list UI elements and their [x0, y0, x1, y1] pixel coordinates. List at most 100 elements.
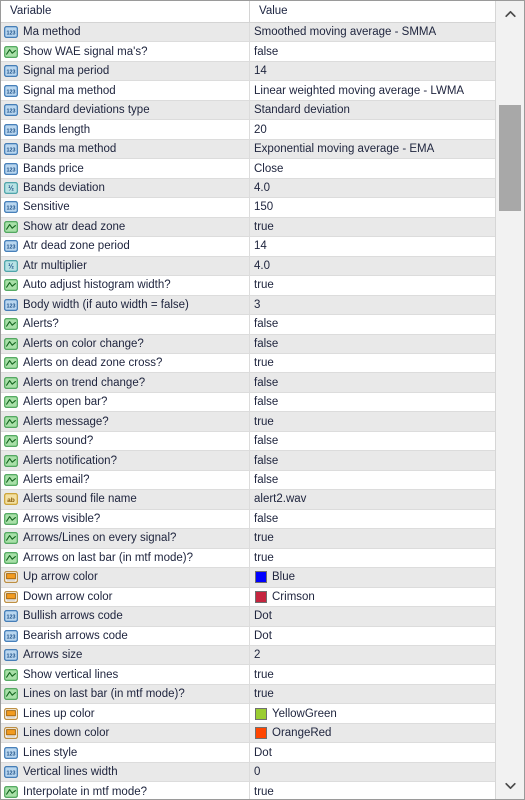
property-row[interactable]: 123Bearish arrows codeDot [1, 627, 495, 646]
property-name-cell[interactable]: ½Atr multiplier [1, 257, 250, 275]
property-row[interactable]: Auto adjust histogram width?true [1, 276, 495, 295]
property-row[interactable]: 123Atr dead zone period14 [1, 237, 495, 256]
property-value-cell[interactable]: 150 [250, 198, 495, 216]
property-row[interactable]: 123Lines styleDot [1, 743, 495, 762]
property-row[interactable]: 123Signal ma period14 [1, 62, 495, 81]
property-row[interactable]: ½Bands deviation4.0 [1, 179, 495, 198]
property-value-cell[interactable]: true [250, 218, 495, 236]
property-row[interactable]: Lines on last bar (in mtf mode)?true [1, 685, 495, 704]
property-name-cell[interactable]: 123Signal ma method [1, 81, 250, 99]
scroll-up-button[interactable] [496, 1, 524, 27]
property-name-cell[interactable]: Alerts notification? [1, 451, 250, 469]
scroll-down-button[interactable] [496, 773, 524, 799]
property-value-cell[interactable]: false [250, 335, 495, 353]
column-header-value[interactable]: Value [250, 1, 495, 22]
property-row[interactable]: Alerts notification?false [1, 451, 495, 470]
property-row[interactable]: ½Atr multiplier4.0 [1, 257, 495, 276]
property-name-cell[interactable]: 123Bearish arrows code [1, 627, 250, 645]
property-row[interactable]: Down arrow colorCrimson [1, 588, 495, 607]
property-row[interactable]: Arrows on last bar (in mtf mode)?true [1, 549, 495, 568]
property-value-cell[interactable]: Crimson [250, 588, 495, 606]
property-name-cell[interactable]: Lines down color [1, 724, 250, 742]
property-name-cell[interactable]: Alerts on dead zone cross? [1, 354, 250, 372]
property-name-cell[interactable]: Up arrow color [1, 568, 250, 586]
property-value-cell[interactable]: true [250, 276, 495, 294]
property-row[interactable]: Interpolate in mtf mode?true [1, 782, 495, 800]
property-name-cell[interactable]: Show WAE signal ma's? [1, 42, 250, 60]
property-value-cell[interactable]: false [250, 432, 495, 450]
property-value-cell[interactable]: 4.0 [250, 179, 495, 197]
scrollbar-thumb[interactable] [499, 105, 521, 211]
property-value-cell[interactable]: true [250, 549, 495, 567]
property-value-cell[interactable]: false [250, 393, 495, 411]
property-value-cell[interactable]: Dot [250, 607, 495, 625]
property-row[interactable]: abAlerts sound file namealert2.wav [1, 490, 495, 509]
property-value-cell[interactable]: false [250, 373, 495, 391]
property-value-cell[interactable]: true [250, 665, 495, 683]
property-value-cell[interactable]: false [250, 510, 495, 528]
property-value-cell[interactable]: 0 [250, 763, 495, 781]
property-name-cell[interactable]: 123Vertical lines width [1, 763, 250, 781]
property-name-cell[interactable]: 123Atr dead zone period [1, 237, 250, 255]
property-value-cell[interactable]: YellowGreen [250, 704, 495, 722]
property-value-cell[interactable]: OrangeRed [250, 724, 495, 742]
property-name-cell[interactable]: Arrows/Lines on every signal? [1, 529, 250, 547]
property-row[interactable]: Alerts email?false [1, 471, 495, 490]
property-row[interactable]: 123Arrows size2 [1, 646, 495, 665]
property-name-cell[interactable]: Alerts message? [1, 412, 250, 430]
property-name-cell[interactable]: Auto adjust histogram width? [1, 276, 250, 294]
property-value-cell[interactable]: false [250, 42, 495, 60]
property-row[interactable]: 123Bands ma methodExponential moving ave… [1, 140, 495, 159]
property-name-cell[interactable]: Lines up color [1, 704, 250, 722]
property-row[interactable]: 123Bands length20 [1, 120, 495, 139]
property-row[interactable]: Show vertical linestrue [1, 665, 495, 684]
property-row[interactable]: 123Bands priceClose [1, 159, 495, 178]
property-row[interactable]: Arrows visible?false [1, 510, 495, 529]
property-value-cell[interactable]: 14 [250, 237, 495, 255]
property-value-cell[interactable]: 14 [250, 62, 495, 80]
property-row[interactable]: Show WAE signal ma's?false [1, 42, 495, 61]
property-name-cell[interactable]: 123Bands length [1, 120, 250, 138]
property-name-cell[interactable]: 123Ma method [1, 23, 250, 41]
property-name-cell[interactable]: Down arrow color [1, 588, 250, 606]
property-value-cell[interactable]: Close [250, 159, 495, 177]
property-name-cell[interactable]: 123Bullish arrows code [1, 607, 250, 625]
property-value-cell[interactable]: true [250, 782, 495, 800]
property-name-cell[interactable]: 123Arrows size [1, 646, 250, 664]
property-row[interactable]: 123Body width (if auto width = false)3 [1, 296, 495, 315]
property-value-cell[interactable]: false [250, 451, 495, 469]
property-value-cell[interactable]: 2 [250, 646, 495, 664]
property-name-cell[interactable]: abAlerts sound file name [1, 490, 250, 508]
property-row[interactable]: 123Ma methodSmoothed moving average - SM… [1, 23, 495, 42]
property-row[interactable]: 123Bullish arrows codeDot [1, 607, 495, 626]
property-name-cell[interactable]: Alerts on color change? [1, 335, 250, 353]
property-value-cell[interactable]: Standard deviation [250, 101, 495, 119]
property-name-cell[interactable]: Alerts open bar? [1, 393, 250, 411]
property-value-cell[interactable]: false [250, 315, 495, 333]
property-row[interactable]: Alerts on trend change?false [1, 373, 495, 392]
property-row[interactable]: 123Standard deviations typeStandard devi… [1, 101, 495, 120]
property-value-cell[interactable]: Smoothed moving average - SMMA [250, 23, 495, 41]
property-name-cell[interactable]: 123Body width (if auto width = false) [1, 296, 250, 314]
property-value-cell[interactable]: 4.0 [250, 257, 495, 275]
property-row[interactable]: Alerts open bar?false [1, 393, 495, 412]
property-row[interactable]: Alerts on dead zone cross?true [1, 354, 495, 373]
property-value-cell[interactable]: Dot [250, 627, 495, 645]
property-value-cell[interactable]: Dot [250, 743, 495, 761]
property-name-cell[interactable]: Lines on last bar (in mtf mode)? [1, 685, 250, 703]
property-value-cell[interactable]: false [250, 471, 495, 489]
property-value-cell[interactable]: true [250, 412, 495, 430]
property-row[interactable]: 123Signal ma methodLinear weighted movin… [1, 81, 495, 100]
property-row[interactable]: Alerts message?true [1, 412, 495, 431]
property-name-cell[interactable]: Alerts sound? [1, 432, 250, 450]
vertical-scrollbar[interactable] [495, 1, 524, 799]
property-name-cell[interactable]: 123Bands price [1, 159, 250, 177]
property-row[interactable]: Lines up colorYellowGreen [1, 704, 495, 723]
property-value-cell[interactable]: Linear weighted moving average - LWMA [250, 81, 495, 99]
property-name-cell[interactable]: Arrows on last bar (in mtf mode)? [1, 549, 250, 567]
property-name-cell[interactable]: 123Bands ma method [1, 140, 250, 158]
property-row[interactable]: 123Sensitive150 [1, 198, 495, 217]
property-value-cell[interactable]: true [250, 685, 495, 703]
property-row[interactable]: Alerts sound?false [1, 432, 495, 451]
property-name-cell[interactable]: Alerts on trend change? [1, 373, 250, 391]
